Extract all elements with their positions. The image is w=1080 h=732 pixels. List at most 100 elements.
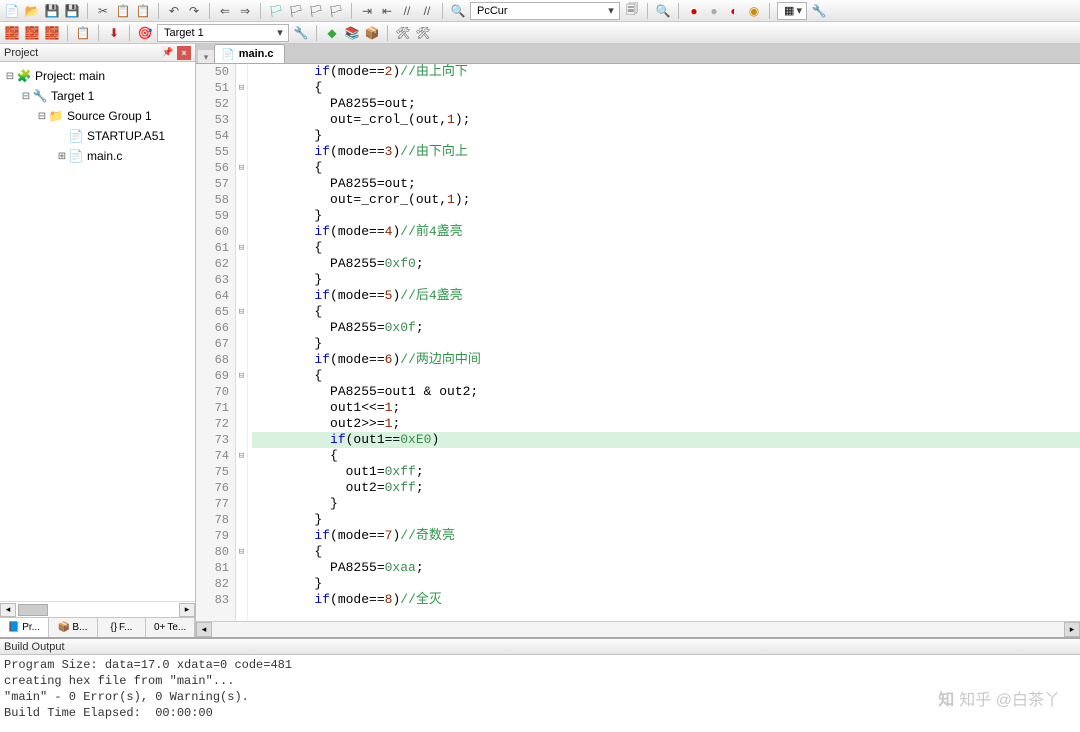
- tree-node[interactable]: 📄STARTUP.A51: [0, 126, 195, 146]
- close-icon[interactable]: ×: [177, 46, 191, 60]
- expand-icon[interactable]: ⊟: [36, 111, 48, 122]
- node-label: STARTUP.A51: [87, 129, 165, 143]
- pack-icon[interactable]: 📦: [364, 25, 380, 41]
- scroll-left-icon[interactable]: ◂: [196, 622, 212, 637]
- build-output-title: Build Output: [4, 641, 65, 653]
- comment-icon[interactable]: //: [399, 3, 415, 19]
- tree-node[interactable]: ⊟🧩Project: main: [0, 66, 195, 86]
- tree-node[interactable]: ⊟📁Source Group 1: [0, 106, 195, 126]
- scroll-right-icon[interactable]: ▸: [1064, 622, 1080, 637]
- find-in-files-icon[interactable]: 🗐: [624, 3, 640, 19]
- window-icon: ▦: [784, 4, 794, 17]
- new-file-icon[interactable]: 📄: [4, 3, 20, 19]
- target-combo-text: Target 1: [164, 27, 204, 39]
- indent-icon[interactable]: ⇥: [359, 3, 375, 19]
- bookmark-next-icon[interactable]: 🏳: [308, 3, 324, 19]
- node-label: main.c: [87, 149, 122, 163]
- editor-tab-main-c[interactable]: 📄 main.c: [214, 44, 285, 63]
- save-icon[interactable]: 💾: [44, 3, 60, 19]
- uncomment-icon[interactable]: //: [419, 3, 435, 19]
- options-icon[interactable]: 🔧: [293, 25, 309, 41]
- copy-icon[interactable]: 📋: [115, 3, 131, 19]
- download-icon[interactable]: ⬇: [106, 25, 122, 41]
- toolbar-row-1: 📄 📂 💾 💾 ✂ 📋 📋 ↶ ↷ ⇐ ⇒ 🏳 🏳 🏳 🏳 ⇥ ⇤ // // …: [0, 0, 1080, 22]
- node-label: Project: main: [35, 69, 105, 83]
- cut-icon[interactable]: ✂: [95, 3, 111, 19]
- editor-pane: ▾ 📄 main.c 50515253545556575859606162636…: [196, 44, 1080, 637]
- find-combo[interactable]: PcCur ▾: [470, 2, 620, 20]
- project-tab[interactable]: 0+Te...: [146, 618, 195, 637]
- project-tree[interactable]: ⊟🧩Project: main⊟🔧Target 1⊟📁Source Group …: [0, 62, 195, 601]
- tab-icon: {}: [110, 622, 117, 633]
- nav-back-icon[interactable]: ⇐: [217, 3, 233, 19]
- project-bottom-tabs: 📘Pr...📦B...{}F...0+Te...: [0, 617, 195, 637]
- debug-icon[interactable]: 🔍: [655, 3, 671, 19]
- build-output-text[interactable]: Program Size: data=17.0 xdata=0 code=481…: [0, 655, 1080, 732]
- code-text[interactable]: if(mode==2)//由上向下 { PA8255=out; out=_cro…: [248, 64, 1080, 621]
- build-output-panel: Build Output Program Size: data=17.0 xda…: [0, 637, 1080, 732]
- save-all-icon[interactable]: 💾: [64, 3, 80, 19]
- node-label: Source Group 1: [67, 109, 152, 123]
- window-combo[interactable]: ▦ ▾: [777, 2, 807, 20]
- editor-tab-leftpad: ▾: [198, 50, 214, 63]
- tab-icon: 📦: [58, 622, 70, 633]
- books-icon[interactable]: 📚: [344, 25, 360, 41]
- find-icon[interactable]: 🔍: [450, 3, 466, 19]
- code-area[interactable]: 5051525354555657585960616263646566676869…: [196, 64, 1080, 621]
- file-icon: 📄: [221, 48, 235, 61]
- open-icon[interactable]: 📂: [24, 3, 40, 19]
- tool1-icon[interactable]: 🛠: [395, 25, 411, 41]
- batch-build-icon[interactable]: 📋: [75, 25, 91, 41]
- tab-scroll-icon[interactable]: ▾: [204, 52, 209, 63]
- scroll-right-icon[interactable]: ▸: [179, 603, 195, 617]
- node-icon: 📄: [68, 129, 84, 143]
- chevron-down-icon: ▾: [794, 4, 804, 17]
- editor-hscroll[interactable]: ◂ ▸: [196, 621, 1080, 637]
- chevron-down-icon: ▾: [605, 4, 617, 17]
- tool2-icon[interactable]: 🛠: [415, 25, 431, 41]
- project-tab[interactable]: {}F...: [98, 618, 147, 637]
- nav-fwd-icon[interactable]: ⇒: [237, 3, 253, 19]
- node-icon: 🔧: [32, 89, 48, 103]
- expand-icon[interactable]: ⊟: [20, 91, 32, 102]
- breakpoint-kill-icon[interactable]: ◉: [746, 3, 762, 19]
- tab-icon: 📘: [8, 622, 20, 633]
- pin-icon[interactable]: 📌: [161, 46, 175, 60]
- breakpoint-disable-icon[interactable]: ◐: [726, 3, 742, 19]
- target-icon[interactable]: 🎯: [137, 25, 153, 41]
- expand-icon[interactable]: ⊞: [56, 151, 68, 162]
- config-icon[interactable]: 🔧: [811, 3, 827, 19]
- project-panel: Project 📌 × ⊟🧩Project: main⊟🔧Target 1⊟📁S…: [0, 44, 196, 637]
- node-icon: 📄: [68, 149, 84, 163]
- fold-column[interactable]: ⊟⊟⊟⊟⊟⊟⊟: [236, 64, 248, 621]
- project-tab[interactable]: 📘Pr...: [0, 618, 49, 637]
- bookmark-prev-icon[interactable]: 🏳: [288, 3, 304, 19]
- expand-icon[interactable]: ⊟: [4, 71, 16, 82]
- redo-icon[interactable]: ↷: [186, 3, 202, 19]
- project-hscroll[interactable]: ◂ ▸: [0, 601, 195, 617]
- tree-node[interactable]: ⊞📄main.c: [0, 146, 195, 166]
- project-tab[interactable]: 📦B...: [49, 618, 98, 637]
- project-panel-header: Project 📌 ×: [0, 44, 195, 62]
- paste-icon[interactable]: 📋: [135, 3, 151, 19]
- rebuild-icon[interactable]: 🧱: [44, 25, 60, 41]
- undo-icon[interactable]: ↶: [166, 3, 182, 19]
- tab-label: Te...: [167, 622, 186, 633]
- build-icon[interactable]: 🧱: [4, 25, 20, 41]
- outdent-icon[interactable]: ⇤: [379, 3, 395, 19]
- toolbar-row-2: 🧱 🧱 🧱 📋 ⬇ 🎯 Target 1 ▾ 🔧 ◆ 📚 📦 🛠 🛠: [0, 22, 1080, 44]
- project-panel-title: Project: [4, 47, 38, 59]
- node-label: Target 1: [51, 89, 94, 103]
- chevron-down-icon: ▾: [274, 26, 286, 39]
- target-combo[interactable]: Target 1 ▾: [157, 24, 289, 42]
- manage-rte-icon[interactable]: ◆: [324, 25, 340, 41]
- breakpoint-gray-icon[interactable]: ●: [706, 3, 722, 19]
- scroll-thumb[interactable]: [18, 604, 48, 616]
- breakpoint-red-icon[interactable]: ●: [686, 3, 702, 19]
- line-number-gutter: 5051525354555657585960616263646566676869…: [196, 64, 236, 621]
- build-all-icon[interactable]: 🧱: [24, 25, 40, 41]
- bookmark-clear-icon[interactable]: 🏳: [328, 3, 344, 19]
- scroll-left-icon[interactable]: ◂: [0, 603, 16, 617]
- bookmark-icon[interactable]: 🏳: [268, 3, 284, 19]
- tree-node[interactable]: ⊟🔧Target 1: [0, 86, 195, 106]
